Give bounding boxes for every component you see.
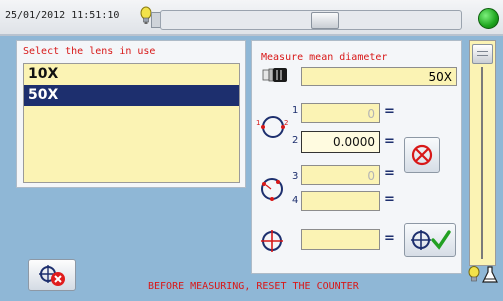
clear-measurement-button[interactable] [404,137,440,173]
equals-sign: = [384,134,395,149]
vertical-slider[interactable] [469,40,496,266]
reset-counter-icon [39,265,65,286]
two-point-circle-icon: 1 2 [256,116,288,138]
measurement-panel: Measure mean diameter 50X 1 2 1 0 = 2 0.… [251,40,462,274]
point-2-field[interactable]: 0.0000 [301,131,380,153]
vertical-slider-handle[interactable] [472,44,493,64]
point-label-1: 1 [292,105,299,116]
lightbulb-icon [468,266,480,282]
slider-track-line [481,67,483,259]
svg-text:1: 1 [256,119,260,127]
equals-sign: = [384,166,395,181]
equals-sign: = [384,104,395,119]
equals-sign: = [384,192,395,207]
status-bar: 25/01/2012 11:51:10 [0,0,503,36]
lens-selection-panel: Select the lens in use 10X 50X [16,40,246,188]
slider-thumb[interactable] [311,12,339,29]
equals-sign: = [384,231,395,246]
svg-text:2: 2 [284,119,288,127]
point-label-3: 3 [292,171,299,182]
lens-item-10x[interactable]: 10X [24,64,239,85]
selected-lens-field: 50X [301,67,457,86]
confirm-measurement-icon [411,230,451,250]
flask-icon [482,266,498,283]
three-point-circle-icon [261,178,283,201]
crosshair-circle-icon [261,230,283,252]
confirm-measurement-button[interactable] [404,223,456,257]
point-label-2: 2 [292,135,299,146]
clear-measurement-icon [411,144,433,166]
point-1-field[interactable]: 0 [301,103,380,123]
lens-panel-title: Select the lens in use [23,46,156,57]
point-3-field[interactable]: 0 [301,165,380,185]
lens-item-50x[interactable]: 50X [24,85,239,106]
point-label-4: 4 [292,195,299,206]
point-4-field[interactable] [301,191,380,211]
status-indicator [478,8,499,29]
datetime-display: 25/01/2012 11:51:10 [5,10,120,21]
reset-counter-button[interactable] [28,259,76,291]
status-message: BEFORE MEASURING, RESET THE COUNTER [148,281,359,292]
mean-diameter-field [301,229,380,250]
lens-list: 10X 50X [23,63,240,183]
microscope-lens-icon [262,68,287,82]
light-intensity-slider[interactable] [160,10,462,30]
measure-panel-title: Measure mean diameter [261,52,388,63]
